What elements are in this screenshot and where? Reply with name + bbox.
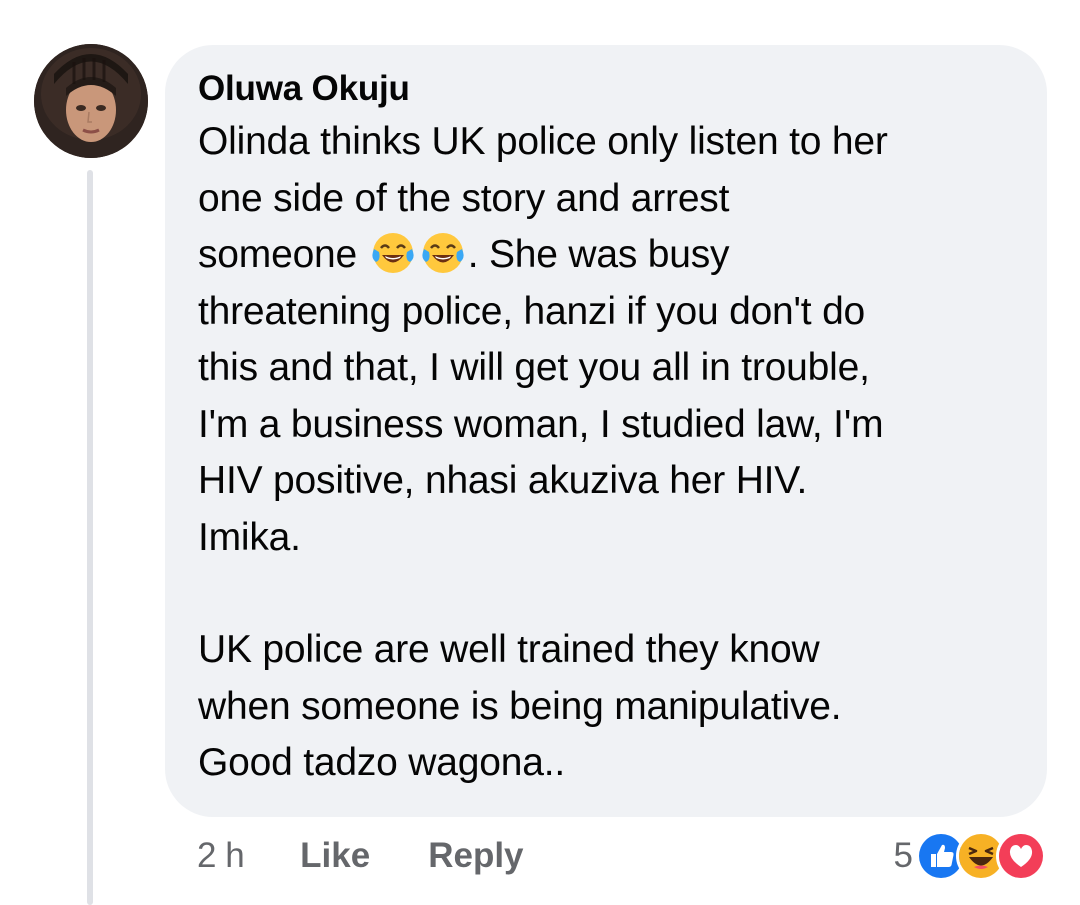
- reactions-summary[interactable]: 5: [894, 831, 1046, 881]
- comment-timestamp[interactable]: 2 h: [197, 836, 245, 876]
- comment-author[interactable]: Oluwa Okuju: [198, 67, 1017, 111]
- reply-button[interactable]: Reply: [428, 836, 523, 876]
- reaction-count: 5: [893, 836, 913, 875]
- like-button[interactable]: Like: [300, 836, 370, 876]
- comment-text: . She was busy threatening police, hanzi…: [198, 233, 884, 559]
- comment-paragraph: Olinda thinks UK police only listen to h…: [198, 114, 1017, 566]
- tears-of-joy-emoji: [372, 233, 414, 273]
- comment-body: Olinda thinks UK police only listen to h…: [198, 114, 1017, 792]
- comment-bubble: Oluwa Okuju Olinda thinks UK police only…: [165, 45, 1047, 817]
- tears-of-joy-emoji: [422, 233, 464, 273]
- comment-actions: 2 h Like Reply: [197, 836, 524, 876]
- avatar[interactable]: [34, 44, 148, 158]
- love-reaction-icon: [996, 831, 1046, 881]
- profile-photo: [34, 44, 148, 158]
- thread-line: [87, 170, 93, 905]
- comment-paragraph: UK police are well trained they know whe…: [198, 628, 842, 784]
